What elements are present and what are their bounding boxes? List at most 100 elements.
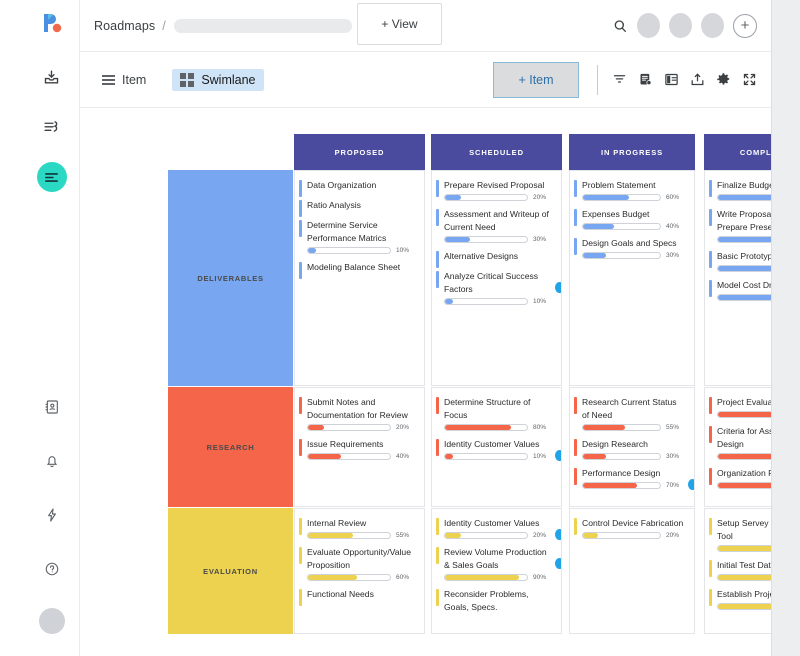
progress-track [444,532,528,539]
column-header-in-progress[interactable]: IN PROGRESS [569,134,695,170]
board-cell[interactable]: Finalize Budget Report100% Write Proposal… [704,170,771,386]
task-card[interactable]: Design Goals and Specs 30% [570,235,694,261]
collaborator-avatar[interactable] [669,13,692,38]
card-info-badge[interactable] [688,479,694,490]
task-card[interactable]: Research Current Status of Need 55% [570,394,694,433]
task-list-icon[interactable] [37,112,67,142]
task-card[interactable]: Evaluate Opportunity/Value Proposition 60… [295,544,424,583]
task-card[interactable]: Control Device Fabrication 20% [570,515,694,541]
swimlane-label-evaluation[interactable]: EVALUATION [168,508,293,634]
task-card[interactable]: Performance Design 70% [570,465,694,491]
avatar[interactable] [38,608,65,634]
board-cell[interactable]: Determine Structure of Focus 80% Identity … [431,387,562,507]
swimlane-board[interactable]: PROPOSEDSCHEDULEDIN PROGRESSCOMPLETED DEL… [80,108,771,656]
task-card[interactable]: Determine Service Performance Matrics 10% [295,217,424,256]
breadcrumb[interactable]: Roadmaps [94,19,155,33]
task-card-title: Assessment and Writeup of Current Need [444,209,549,232]
board-cell[interactable]: Identity Customer Values 20% Review Volume… [431,508,562,634]
gear-icon[interactable] [716,72,731,87]
task-card[interactable]: Issue Requirements 40% [295,436,424,462]
tab-swimlane-view[interactable]: Swimlane [172,68,264,91]
board-cell[interactable]: Submit Notes and Documentation for Revie… [294,387,425,507]
task-card-title: Ratio Analysis [307,200,361,210]
task-card[interactable]: Basic Prototype 100% [705,248,771,274]
task-card[interactable]: Organization Focus Group 100% [705,465,771,491]
export-upload-icon[interactable] [690,72,705,87]
task-card[interactable]: Project Evaluation 100% [705,394,771,420]
task-card[interactable]: Review Volume Production & Sales Goals 90… [432,544,561,583]
collaborator-avatar[interactable] [637,13,660,38]
lightning-bolt-icon[interactable] [37,500,67,530]
tab-item-view[interactable]: Item [94,69,154,91]
progress-percent-label: 70% [666,482,680,489]
card-info-badge[interactable] [555,282,561,293]
search-icon[interactable] [612,18,628,34]
add-item-button[interactable]: + Item [493,61,579,98]
columns-layout-icon[interactable] [664,72,679,87]
task-card[interactable]: Design Research 30% [570,436,694,462]
bell-icon[interactable] [37,446,67,476]
task-card[interactable]: Submit Notes and Documentation for Revie… [295,394,424,433]
card-info-badge[interactable] [555,558,561,569]
task-card[interactable]: Alternative Designs [432,248,561,268]
swimlane-label-research[interactable]: RESEARCH [168,387,293,507]
board-cell[interactable]: Project Evaluation100% Criteria for Asses… [704,387,771,507]
task-card[interactable]: Establish Project Team 100% [705,586,771,612]
add-view-button[interactable]: + View [357,3,442,45]
collaborator-avatar[interactable] [701,13,724,38]
roadmunk-logo[interactable] [35,6,69,40]
task-card[interactable]: Analyze Critical Success Factors 10% [432,268,561,307]
progress-track [717,545,771,552]
plus-circle-icon[interactable]: + [733,13,757,38]
progress-fill [718,237,771,242]
task-card[interactable]: Finalize Budget Report 100% [705,177,771,203]
task-card[interactable]: Model Cost Drivers 100% [705,277,771,303]
board-cell[interactable]: Problem Statement 60% Expenses Budget 40% De… [569,170,695,386]
swimlane-label-deliverables[interactable]: DELIVERABLES [168,170,293,386]
task-card[interactable]: Functional Needs [295,586,424,606]
filter-icon[interactable] [612,72,627,87]
task-card[interactable]: Identity Customer Values 20% [432,515,561,541]
task-card[interactable]: Modeling Balance Sheet [295,259,424,279]
column-header-proposed[interactable]: PROPOSED [294,134,425,170]
swimlane-board-icon[interactable] [36,162,67,192]
column-header-completed[interactable]: COMPLETED [704,134,771,170]
board-cell[interactable]: Setup Servey in Online Tool100% Initial T… [704,508,771,634]
task-card[interactable]: Determine Structure of Focus 80% [432,394,561,433]
card-info-badge[interactable] [555,529,561,540]
progress-track [717,574,771,581]
card-accent-bar [436,439,439,456]
task-card[interactable]: Internal Review 55% [295,515,424,541]
task-card[interactable]: Expenses Budget 40% [570,206,694,232]
task-card[interactable]: Reconsider Problems, Goals, Specs. [432,586,561,616]
column-header-scheduled[interactable]: SCHEDULED [431,134,562,170]
task-card[interactable]: Identity Customer Values 10% [432,436,561,462]
task-card[interactable]: Initial Test Data 100% [705,557,771,583]
task-card[interactable]: Assessment and Writeup of Current Need 30… [432,206,561,245]
task-card[interactable]: Setup Servey in Online Tool 100% [705,515,771,554]
task-card-title: Expenses Budget [582,209,650,219]
board-cell[interactable]: Internal Review 55% Evaluate Opportunity/V… [294,508,425,634]
board-cell[interactable]: Research Current Status of Need 55% Design… [569,387,695,507]
task-card[interactable]: Problem Statement 60% [570,177,694,203]
roadmap-name-placeholder[interactable] [173,18,352,33]
edit-note-icon[interactable] [638,72,653,87]
task-card[interactable]: Write Proposal and Prepare Presentation 1… [705,206,771,245]
task-card[interactable]: Ratio Analysis [295,197,424,217]
fullscreen-expand-icon[interactable] [742,72,757,87]
card-info-badge[interactable] [555,450,561,461]
board-cell[interactable]: Prepare Revised Proposal 20% Assessment an… [431,170,562,386]
help-circle-icon[interactable] [37,554,67,584]
board-cell[interactable]: Control Device Fabrication 20% [569,508,695,634]
card-accent-bar [574,439,577,456]
task-card-title: Identity Customer Values [444,439,540,449]
task-card[interactable]: Data Organization [295,177,424,197]
address-book-icon[interactable] [37,392,67,422]
task-card-title: Modeling Balance Sheet [307,262,401,272]
board-cell[interactable]: Data Organization Ratio Analysis Determine… [294,170,425,386]
task-card[interactable]: Criteria for Assessment of Design 100% [705,423,771,462]
inbox-download-icon[interactable] [37,62,67,92]
card-accent-bar [436,271,439,288]
task-card[interactable]: Prepare Revised Proposal 20% [432,177,561,203]
progress-fill [718,295,771,300]
